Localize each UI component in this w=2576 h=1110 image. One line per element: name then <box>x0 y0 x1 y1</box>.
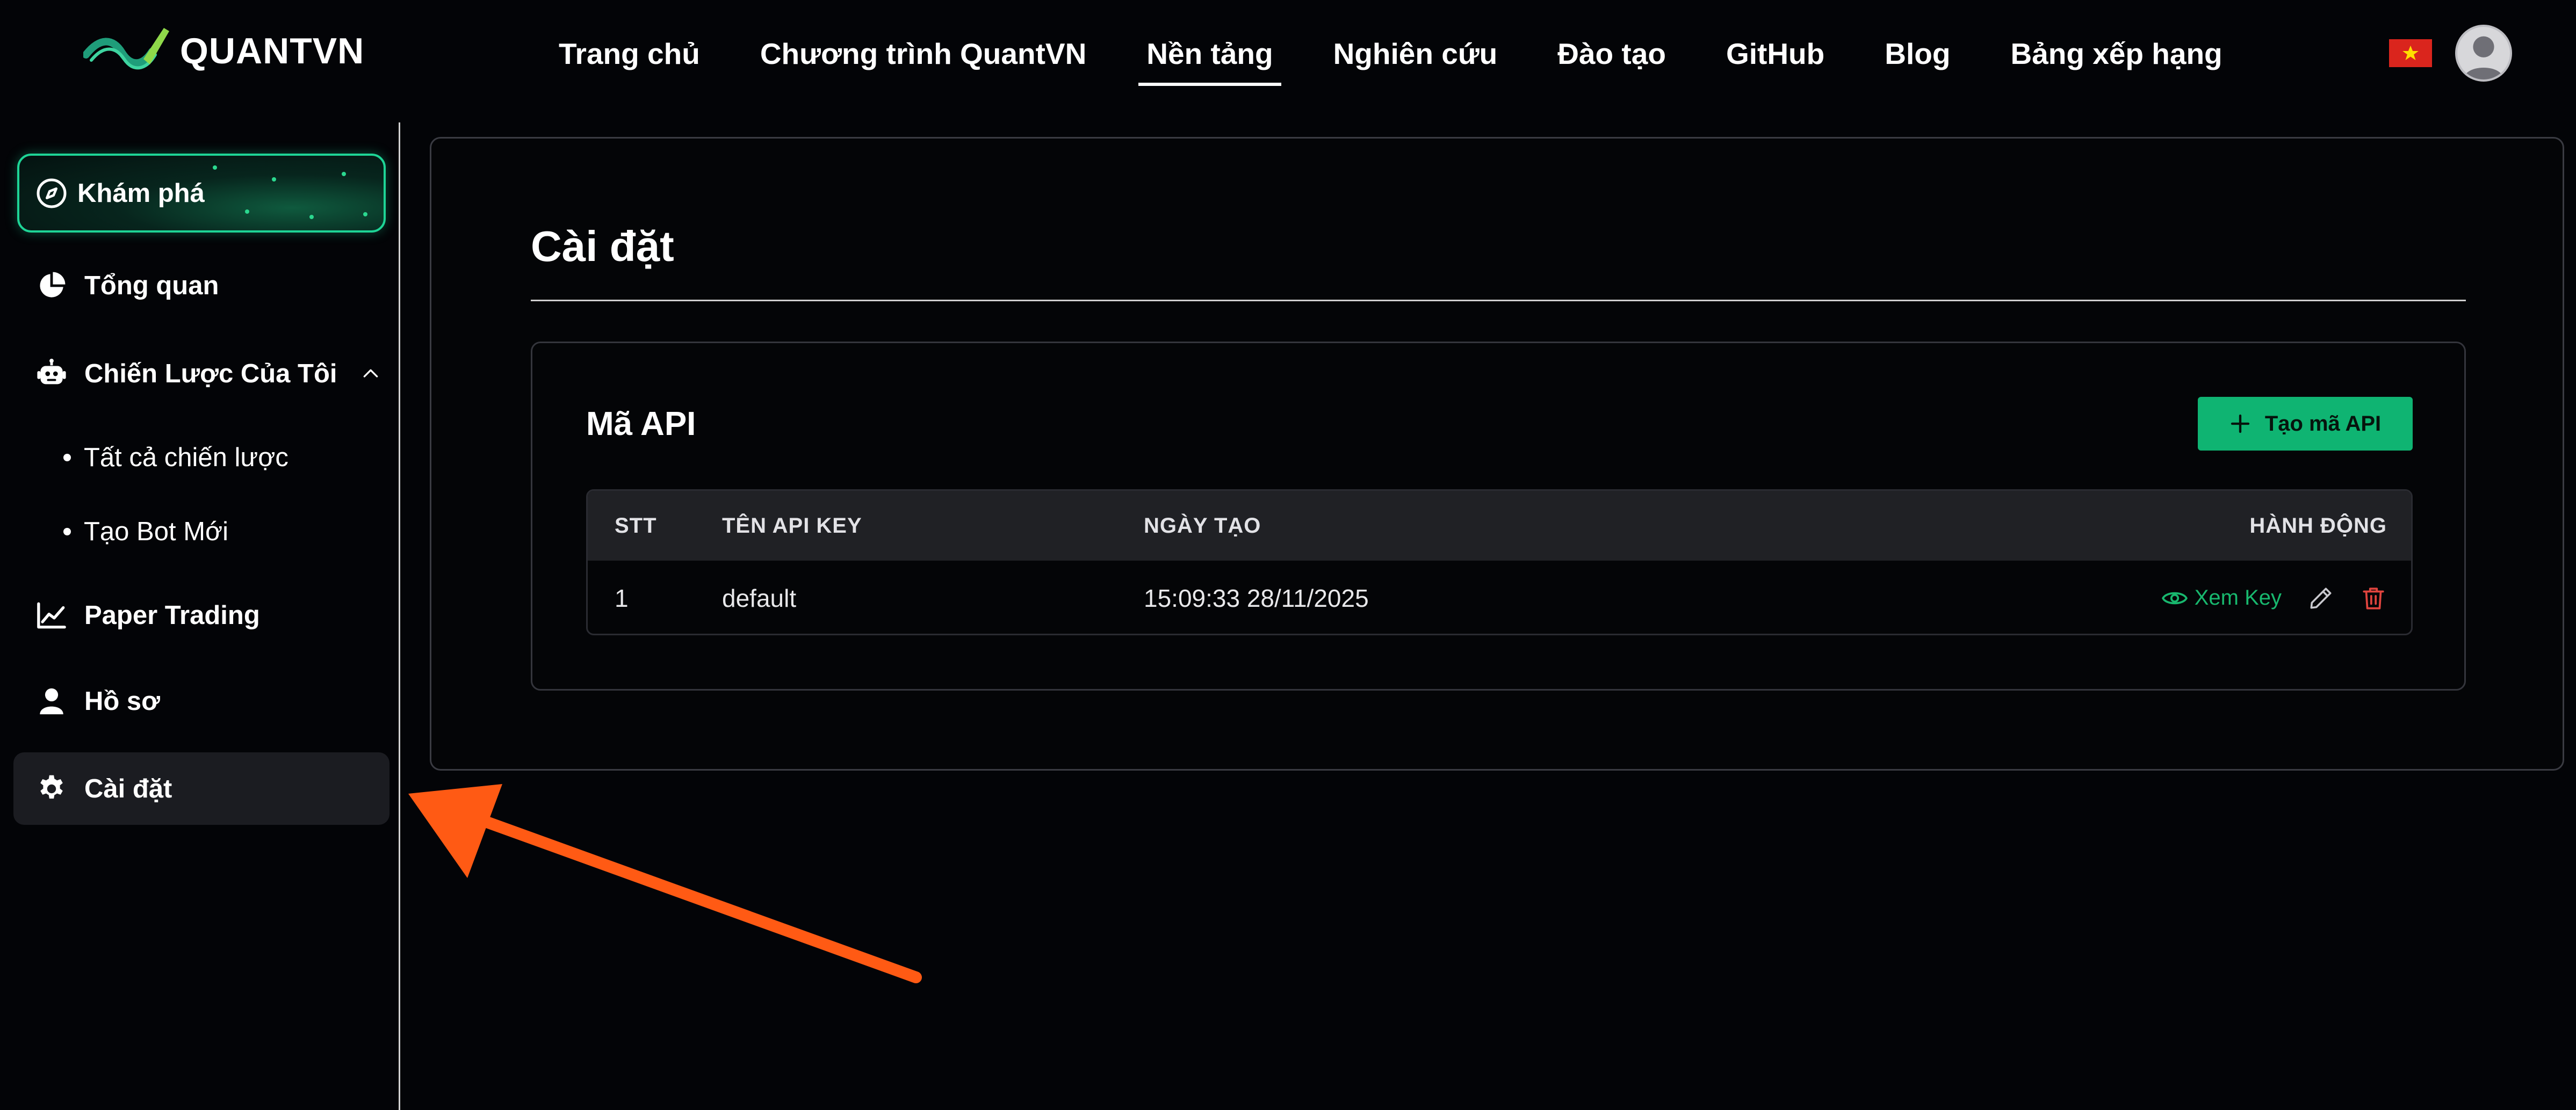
nav-item-research[interactable]: Nghiên cứu <box>1333 0 1498 107</box>
edit-pencil-icon[interactable] <box>2307 585 2334 612</box>
nav-item-training[interactable]: Đào tạo <box>1557 0 1666 107</box>
create-api-key-button[interactable]: Tạo mã API <box>2198 397 2413 451</box>
compass-icon <box>37 178 67 208</box>
avatar-silhouette-icon <box>2463 36 2504 79</box>
chevron-up-icon[interactable] <box>360 363 381 384</box>
nav-item-platform[interactable]: Nền tảng <box>1138 0 1281 107</box>
sidebar-item-my-strategies[interactable]: Chiến Lược Của Tôi <box>13 337 389 410</box>
bullet-dot <box>63 454 71 461</box>
sidebar-item-paper-trading[interactable]: Paper Trading <box>13 579 389 651</box>
sparkle-dot <box>309 215 314 219</box>
line-chart-icon <box>35 599 68 632</box>
app-root: QUANTVN Trang chủ Chương trình QuantVN N… <box>0 0 2576 1110</box>
column-header-created: NGÀY TẠO <box>1144 513 1261 538</box>
sidebar-item-label: Tổng quan <box>84 271 219 300</box>
api-card-title: Mã API <box>586 405 696 442</box>
column-header-stt: STT <box>615 513 657 538</box>
sparkle-dot <box>342 172 346 176</box>
nav-item-blog[interactable]: Blog <box>1885 0 1950 107</box>
api-key-card: Mã API Tạo mã API STT TÊN API KEY NGÀY T… <box>531 342 2466 691</box>
sidebar-item-label: Chiến Lược Của Tôi <box>84 359 337 388</box>
brand-logo[interactable]: QUANTVN <box>83 21 364 81</box>
cell-created-date: 15:09:33 28/11/2025 <box>1144 584 1369 612</box>
gear-icon <box>35 772 68 806</box>
view-key-label: Xem Key <box>2194 586 2282 610</box>
sidebar-item-explore[interactable]: Khám phá <box>17 154 386 233</box>
sidebar-subitem-all-strategies[interactable]: Tất cả chiến lược <box>63 431 288 484</box>
robot-icon <box>35 357 68 390</box>
main-nav: Trang chủ Chương trình QuantVN Nền tảng … <box>559 0 2283 107</box>
sidebar-subitem-label: Tất cả chiến lược <box>84 443 288 472</box>
nav-item-leaderboard[interactable]: Bảng xếp hạng <box>2010 0 2222 107</box>
sparkle-dot <box>213 165 217 170</box>
sidebar-subitem-label: Tạo Bot Mới <box>84 517 229 546</box>
sidebar-item-label: Hồ sơ <box>84 686 161 716</box>
row-actions: Xem Key <box>2161 561 2387 634</box>
sidebar: Khám phá Tổng quan Chiến Lược Của Tôi Tấ… <box>0 122 400 1110</box>
api-key-table: STT TÊN API KEY NGÀY TẠO HÀNH ĐỘNG 1 def… <box>586 489 2413 635</box>
annotation-arrow-icon <box>408 784 922 983</box>
nav-item-home[interactable]: Trang chủ <box>559 0 700 107</box>
quantvn-wave-logo-icon <box>83 28 169 70</box>
vietnam-flag-icon[interactable] <box>2389 39 2432 67</box>
sparkle-dot <box>245 209 249 214</box>
plus-icon <box>2231 414 2249 433</box>
cell-stt: 1 <box>615 584 629 612</box>
settings-panel: Cài đặt Mã API Tạo mã API STT TÊN API KE… <box>430 137 2564 771</box>
sidebar-item-label: Cài đặt <box>84 774 172 803</box>
top-navbar: QUANTVN Trang chủ Chương trình QuantVN N… <box>0 0 2576 107</box>
table-header: STT TÊN API KEY NGÀY TẠO HÀNH ĐỘNG <box>588 491 2411 561</box>
title-divider <box>531 300 2466 301</box>
sparkle-dot <box>363 212 367 216</box>
trash-icon[interactable] <box>2360 585 2387 612</box>
page-title: Cài đặt <box>531 222 674 270</box>
column-header-actions: HÀNH ĐỘNG <box>2249 513 2387 538</box>
sidebar-item-settings[interactable]: Cài đặt <box>13 752 389 825</box>
sparkle-dot <box>272 177 276 182</box>
nav-item-program[interactable]: Chương trình QuantVN <box>760 0 1086 107</box>
create-api-key-label: Tạo mã API <box>2264 411 2382 436</box>
bullet-dot <box>63 528 71 535</box>
sidebar-item-label: Khám phá <box>77 178 205 208</box>
sidebar-item-overview[interactable]: Tổng quan <box>13 249 389 322</box>
sidebar-subitem-create-bot[interactable]: Tạo Bot Mới <box>63 505 228 558</box>
nav-item-github[interactable]: GitHub <box>1726 0 1824 107</box>
eye-icon <box>2161 592 2188 604</box>
pie-chart-icon <box>35 269 68 302</box>
cell-api-key-name: default <box>722 584 797 612</box>
sidebar-item-profile[interactable]: Hồ sơ <box>13 665 389 737</box>
user-icon <box>35 685 68 718</box>
user-avatar-icon[interactable] <box>2455 25 2512 82</box>
sidebar-item-label: Paper Trading <box>84 600 260 630</box>
column-header-name: TÊN API KEY <box>722 513 862 538</box>
brand-name: QUANTVN <box>180 31 365 71</box>
view-key-button[interactable]: Xem Key <box>2161 585 2282 612</box>
flag-star-icon <box>2402 45 2419 61</box>
